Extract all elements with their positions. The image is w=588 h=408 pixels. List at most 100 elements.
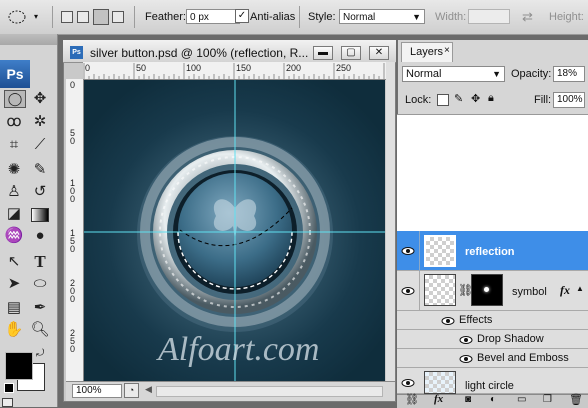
blend-mode-select[interactable]: Normal ▼ <box>402 66 505 82</box>
lock-all-icon[interactable]: 🔒︎ <box>488 92 494 105</box>
swap-arrows-icon[interactable]: ⇄ <box>522 9 533 25</box>
subtract-selection-icon[interactable] <box>93 9 109 25</box>
chevron-down-icon: ▼ <box>492 69 501 79</box>
layer-thumbnail <box>424 371 456 394</box>
type-tool-icon[interactable]: T <box>30 252 50 272</box>
eye-icon[interactable] <box>401 378 415 388</box>
vertical-ruler: 0 5 0 1 0 0 1 5 0 2 0 0 2 5 0 <box>66 79 84 381</box>
eye-icon[interactable] <box>459 354 473 364</box>
effects-row[interactable]: Effects <box>397 311 588 330</box>
scroll-left-icon[interactable]: ◀ <box>145 384 152 395</box>
ellipse-marquee-icon[interactable] <box>6 8 28 26</box>
magic-wand-tool-icon[interactable]: ✲ <box>30 112 50 132</box>
tools-panel-header[interactable] <box>0 34 57 45</box>
move-tool-icon[interactable]: ✥ <box>30 89 50 109</box>
eye-icon[interactable] <box>441 316 455 326</box>
layer-row-light-circle[interactable]: light circle <box>397 368 588 394</box>
layers-empty-area <box>397 114 588 232</box>
feather-label: Feather: <box>145 11 186 23</box>
layer-row-reflection[interactable]: reflection <box>397 231 588 271</box>
layer-name: symbol <box>512 286 547 298</box>
close-button[interactable]: ✕ <box>369 46 389 60</box>
opacity-input[interactable]: 18% <box>553 66 585 82</box>
healing-brush-tool-icon[interactable]: ✺ <box>4 160 24 180</box>
divider <box>52 6 53 28</box>
antialias-checkbox[interactable]: ✓ <box>235 9 249 23</box>
eyedropper-tool-icon[interactable]: ✒ <box>30 298 50 318</box>
image-canvas[interactable]: Alfoart.com <box>84 80 385 381</box>
default-colors-icon[interactable] <box>4 383 14 393</box>
zoom-tool-icon[interactable]: 🔍︎ <box>30 320 50 340</box>
slice-tool-icon[interactable]: ⟋ <box>30 135 50 155</box>
eye-icon[interactable] <box>401 286 415 296</box>
add-style-icon[interactable]: fx <box>434 393 443 405</box>
collapse-arrow-icon[interactable]: ▲ <box>576 284 584 293</box>
divider <box>419 271 420 311</box>
brush-tool-icon[interactable]: ✎ <box>30 160 50 180</box>
dropdown-arrow-icon[interactable]: ▾ <box>34 12 38 21</box>
fill-input[interactable]: 100% <box>553 92 585 108</box>
zoom-level-field[interactable]: 100% <box>72 384 122 398</box>
fx-icon[interactable]: fx <box>560 283 570 298</box>
layer-row-symbol[interactable]: ⛓ symbol fx ▲ <box>397 271 588 311</box>
ruler-label: 2 0 0 <box>70 278 76 304</box>
lock-transparency-icon[interactable] <box>437 94 449 106</box>
width-label: Width: <box>435 11 467 23</box>
add-selection-icon[interactable] <box>77 11 89 23</box>
blur-tool-icon[interactable]: ♒ <box>4 226 24 246</box>
opacity-label: Opacity: <box>511 68 552 80</box>
close-icon[interactable]: × <box>444 45 450 56</box>
divider <box>299 6 300 28</box>
delete-layer-icon[interactable]: 🗑︎ <box>569 393 583 406</box>
dodge-tool-icon[interactable]: ● <box>30 226 50 246</box>
height-label: Height: <box>549 11 584 23</box>
new-selection-icon[interactable] <box>61 11 73 23</box>
link-layers-icon[interactable]: ⛓ <box>405 393 419 406</box>
quick-mask-icon[interactable] <box>2 398 13 407</box>
intersect-selection-icon[interactable] <box>112 11 124 23</box>
eraser-tool-icon[interactable]: ◪ <box>4 204 24 224</box>
eye-icon[interactable] <box>401 246 415 256</box>
maximize-button[interactable]: ▢ <box>341 46 361 60</box>
new-group-icon[interactable]: ▭ <box>517 394 526 405</box>
layers-tab-label: Layers <box>410 46 444 58</box>
horizontal-ruler: 0 50 100 150 200 250 <box>83 62 386 80</box>
history-brush-tool-icon[interactable]: ↺ <box>30 182 50 202</box>
lock-position-icon[interactable]: ✥ <box>471 92 480 105</box>
horizontal-scrollbar[interactable] <box>156 386 383 397</box>
fill-label: Fill: <box>534 94 552 106</box>
path-selection-tool-icon[interactable]: ↖ <box>4 252 24 272</box>
style-select[interactable]: Normal ▼ <box>339 9 425 24</box>
clone-stamp-tool-icon[interactable]: ♙ <box>4 182 24 202</box>
crop-tool-icon[interactable]: ⌗ <box>4 135 24 155</box>
foreground-color-swatch[interactable] <box>5 352 33 380</box>
width-input[interactable] <box>468 9 510 24</box>
gradient-tool-icon[interactable] <box>31 208 49 222</box>
adjustment-layer-icon[interactable]: ◐ <box>490 394 496 405</box>
chevron-down-icon: ▼ <box>412 12 421 22</box>
effect-row-bevel-emboss[interactable]: Bevel and Emboss <box>397 349 588 368</box>
tab-layers[interactable]: Layers × <box>401 42 453 62</box>
ellipse-marquee-tool-icon[interactable]: ◯ <box>4 90 26 108</box>
photoshop-logo: Ps <box>0 60 30 88</box>
swap-colors-icon[interactable]: ⤾ <box>36 348 44 359</box>
ruler-label: 1 0 0 <box>70 178 76 204</box>
lock-label: Lock: <box>405 94 432 106</box>
ruler-ticks <box>83 63 385 79</box>
notes-tool-icon[interactable]: ▤ <box>4 298 24 318</box>
lock-pixels-icon[interactable]: ✎ <box>454 92 463 105</box>
minimize-button[interactable]: ▬ <box>313 46 333 60</box>
ellipse-shape-tool-icon[interactable]: ⬭ <box>30 274 50 294</box>
feather-input[interactable]: 0 px <box>186 9 240 24</box>
effect-row-drop-shadow[interactable]: Drop Shadow <box>397 330 588 349</box>
eye-icon[interactable] <box>459 335 473 345</box>
layer-mask-thumbnail[interactable] <box>471 274 503 306</box>
effect-name: Drop Shadow <box>477 333 544 345</box>
direct-selection-tool-icon[interactable]: ➤ <box>4 274 24 294</box>
vertical-scrollbar[interactable] <box>386 62 395 381</box>
lasso-tool-icon[interactable]: ꝏ <box>4 112 24 132</box>
new-layer-icon[interactable]: ❐ <box>543 394 552 405</box>
hand-tool-icon[interactable]: ✋ <box>4 320 24 340</box>
status-menu-icon[interactable]: ◔ <box>124 383 139 398</box>
add-mask-icon[interactable]: ◙ <box>465 394 471 405</box>
